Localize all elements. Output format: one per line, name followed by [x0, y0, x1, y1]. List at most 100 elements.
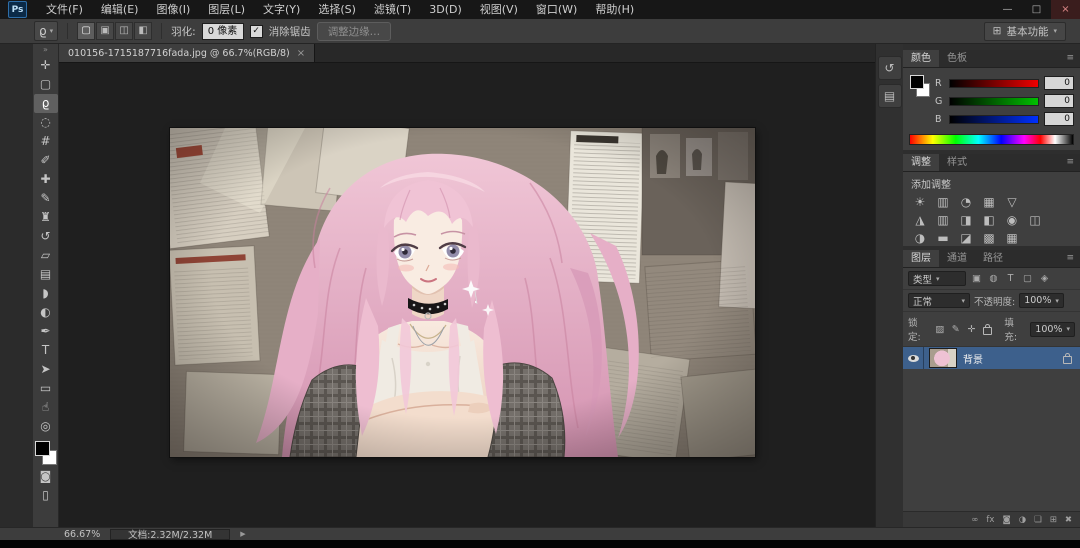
- menu-select[interactable]: 选择(S): [309, 0, 365, 19]
- close-button[interactable]: ×: [1051, 0, 1080, 19]
- photo-filter-icon[interactable]: ◧: [982, 213, 996, 227]
- tool-brush[interactable]: ✎: [34, 189, 58, 208]
- tool-history-brush[interactable]: ↺: [34, 227, 58, 246]
- channel-mixer-icon[interactable]: ◉: [1005, 213, 1019, 227]
- layer-row-background[interactable]: 背景: [903, 347, 1080, 369]
- tab-styles[interactable]: 样式: [939, 154, 975, 171]
- blue-slider[interactable]: [949, 114, 1039, 124]
- tool-clone-stamp[interactable]: ♜: [34, 208, 58, 227]
- document-tab[interactable]: 010156-1715187716fada.jpg @ 66.7%(RGB/8)…: [59, 44, 316, 62]
- tool-healing-brush[interactable]: ✚: [34, 170, 58, 189]
- threshold-icon[interactable]: ◪: [959, 231, 973, 245]
- filter-type-layers-icon[interactable]: T: [1004, 273, 1017, 284]
- menu-window[interactable]: 窗口(W): [527, 0, 586, 19]
- tool-type[interactable]: T: [34, 341, 58, 360]
- lock-position-icon[interactable]: ✛: [966, 324, 978, 335]
- posterize-icon[interactable]: ▬: [936, 231, 950, 245]
- menu-help[interactable]: 帮助(H): [586, 0, 643, 19]
- tab-layers[interactable]: 图层: [903, 250, 939, 267]
- tab-paths[interactable]: 路径: [975, 250, 1011, 267]
- layer-visibility-toggle[interactable]: [903, 347, 924, 369]
- layer-style-icon[interactable]: fx: [986, 515, 994, 525]
- tool-path-selection[interactable]: ➤: [34, 360, 58, 379]
- workspace-switcher[interactable]: ⊞ 基本功能 ▾: [983, 21, 1066, 41]
- screen-mode-button[interactable]: ▯: [34, 486, 58, 505]
- gradient-map-icon[interactable]: ▩: [982, 231, 996, 245]
- tool-gradient[interactable]: ▤: [34, 265, 58, 284]
- tool-zoom[interactable]: ◎: [34, 417, 58, 436]
- black-white-icon[interactable]: ◨: [959, 213, 973, 227]
- blend-mode-select[interactable]: 正常 ▾: [908, 293, 970, 308]
- opacity-input[interactable]: 100% ▾: [1019, 293, 1064, 308]
- zoom-level[interactable]: 66.67%: [64, 529, 100, 540]
- feather-input[interactable]: 0 像素: [201, 22, 244, 40]
- layer-mask-icon[interactable]: ◙: [1002, 515, 1010, 525]
- fill-input[interactable]: 100% ▾: [1030, 321, 1075, 337]
- layer-thumbnail[interactable]: [929, 348, 957, 368]
- delete-layer-icon[interactable]: ✖: [1065, 515, 1072, 525]
- tool-lasso[interactable]: ϱ: [33, 94, 58, 113]
- color-lookup-icon[interactable]: ◫: [1028, 213, 1042, 227]
- menu-filter[interactable]: 滤镜(T): [365, 0, 420, 19]
- curves-icon[interactable]: ◔: [959, 195, 973, 209]
- menu-3d[interactable]: 3D(D): [420, 0, 471, 19]
- tool-pen[interactable]: ✒: [34, 322, 58, 341]
- vibrance-icon[interactable]: ▽: [1005, 195, 1019, 209]
- subtract-selection-button[interactable]: ◫: [115, 22, 134, 40]
- hue-saturation-icon[interactable]: ◮: [913, 213, 927, 227]
- refine-edge-button[interactable]: 调整边缘…: [316, 21, 392, 41]
- foreground-color-swatch[interactable]: [34, 441, 50, 456]
- green-slider[interactable]: [949, 96, 1039, 106]
- tool-quick-selection[interactable]: ◌: [34, 113, 58, 132]
- layer-filter-select[interactable]: 类型 ▾: [908, 271, 966, 286]
- filter-smart-objects-icon[interactable]: ◈: [1038, 273, 1051, 284]
- tools-collapse-grip[interactable]: »: [43, 44, 48, 56]
- menu-image[interactable]: 图像(I): [147, 0, 199, 19]
- add-selection-button[interactable]: ▣: [96, 22, 115, 40]
- tab-adjustments[interactable]: 调整: [903, 154, 939, 171]
- new-layer-icon[interactable]: ⊞: [1050, 515, 1057, 525]
- levels-icon[interactable]: ▥: [936, 195, 950, 209]
- menu-type[interactable]: 文字(Y): [254, 0, 309, 19]
- color-spectrum-ramp[interactable]: [909, 134, 1074, 145]
- selective-color-icon[interactable]: ▦: [1005, 231, 1019, 245]
- menu-file[interactable]: 文件(F): [37, 0, 92, 19]
- link-layers-icon[interactable]: ∞: [971, 515, 978, 525]
- tool-eraser[interactable]: ▱: [34, 246, 58, 265]
- antialias-checkbox[interactable]: ✓: [249, 24, 263, 38]
- lock-transparency-icon[interactable]: ▨: [934, 324, 946, 335]
- tool-dodge[interactable]: ◐: [34, 303, 58, 322]
- minimize-button[interactable]: —: [993, 0, 1022, 19]
- menu-view[interactable]: 视图(V): [471, 0, 527, 19]
- panel-menu-icon[interactable]: ≡: [1066, 154, 1080, 171]
- color-swatches-widget[interactable]: [34, 441, 57, 465]
- lock-all-icon[interactable]: [983, 324, 993, 335]
- intersect-selection-button[interactable]: ◧: [134, 22, 153, 40]
- status-flyout-icon[interactable]: ▶: [240, 530, 245, 538]
- green-value-input[interactable]: 0: [1044, 94, 1074, 108]
- menu-edit[interactable]: 编辑(E): [92, 0, 148, 19]
- panel-menu-icon[interactable]: ≡: [1066, 50, 1080, 67]
- adjustment-layer-icon[interactable]: ◑: [1019, 515, 1026, 525]
- tool-preset-picker[interactable]: ϱ ▾: [34, 21, 59, 41]
- tool-move[interactable]: ✛: [34, 56, 58, 75]
- canvas[interactable]: [170, 128, 755, 457]
- exposure-icon[interactable]: ▦: [982, 195, 996, 209]
- filter-shape-layers-icon[interactable]: ▢: [1021, 273, 1034, 284]
- tool-eyedropper[interactable]: ✐: [34, 151, 58, 170]
- lock-pixels-icon[interactable]: ✎: [950, 324, 962, 335]
- blue-value-input[interactable]: 0: [1044, 112, 1074, 126]
- tab-swatches[interactable]: 色板: [939, 50, 975, 67]
- filter-pixel-layers-icon[interactable]: ▣: [970, 273, 983, 284]
- tool-blur[interactable]: ◗: [34, 284, 58, 303]
- quick-mask-button[interactable]: ◙: [34, 467, 58, 486]
- tab-color[interactable]: 颜色: [903, 50, 939, 67]
- tool-hand[interactable]: ☝: [34, 398, 58, 417]
- red-value-input[interactable]: 0: [1044, 76, 1074, 90]
- filter-adjustment-layers-icon[interactable]: ◍: [987, 273, 1000, 284]
- brightness-contrast-icon[interactable]: ☀: [913, 195, 927, 209]
- restore-button[interactable]: □: [1022, 0, 1051, 19]
- collapsed-history-panel-button[interactable]: ↺: [877, 56, 902, 80]
- invert-icon[interactable]: ◑: [913, 231, 927, 245]
- panel-menu-icon[interactable]: ≡: [1066, 250, 1080, 267]
